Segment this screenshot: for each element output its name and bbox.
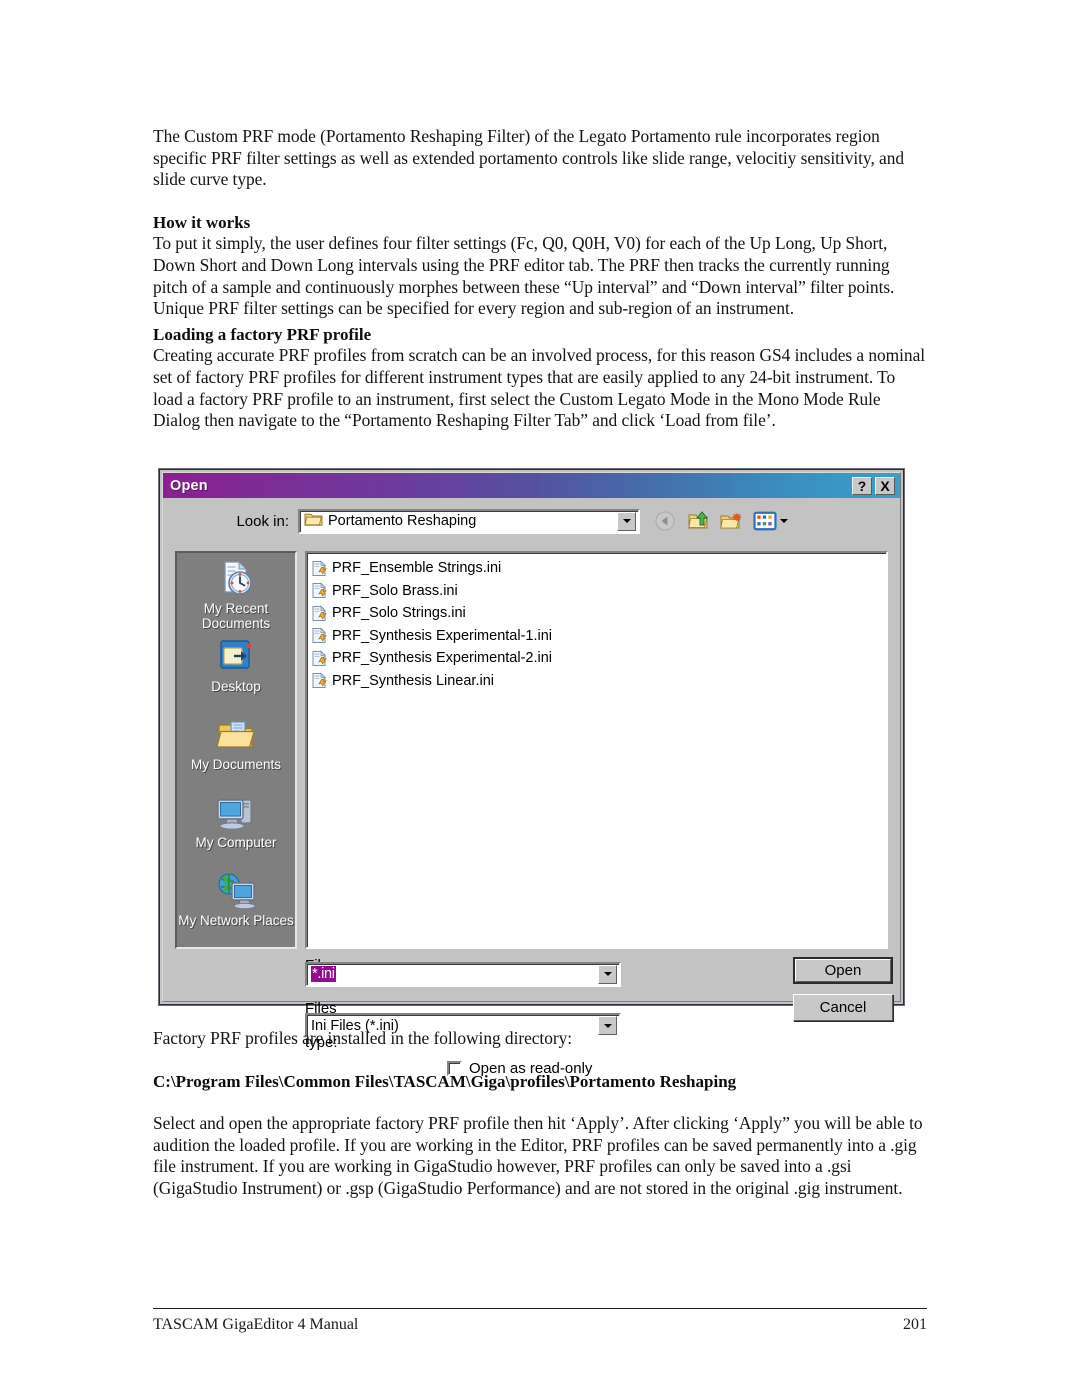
manual-page: The Custom PRF mode (Portamento Reshapin… <box>0 0 1080 1397</box>
list-item[interactable]: PRF_Solo Brass.ini <box>311 580 886 603</box>
list-item[interactable]: PRF_Synthesis Experimental-1.ini <box>311 625 886 648</box>
ini-file-icon <box>311 582 328 599</box>
file-name: PRF_Synthesis Experimental-2.ini <box>332 650 553 667</box>
list-item[interactable]: PRF_Solo Strings.ini <box>311 602 886 625</box>
lookin-value-wrap: Portamento Reshaping <box>300 511 617 531</box>
views-button[interactable] <box>753 510 788 532</box>
place-label: Desktop <box>211 679 261 694</box>
open-file-dialog[interactable]: Open ? X Look in: Portamento Reshaping M… <box>159 469 904 1077</box>
file-name: PRF_Solo Brass.ini <box>332 582 458 599</box>
filename-row: File name: *.ini <box>163 957 900 991</box>
my-computer-icon <box>214 792 258 834</box>
chevron-down-icon <box>622 519 631 523</box>
place-item-my-recent-documents[interactable]: My Recent Documents <box>177 555 295 633</box>
places-bar: My Recent Documents Desktop My Documents… <box>175 551 297 949</box>
recent-documents-icon <box>214 558 258 600</box>
dialog-titlebar: Open ? X <box>163 473 900 498</box>
dialog-toolbar <box>654 510 788 532</box>
lookin-row: Look in: Portamento Reshaping <box>163 498 900 544</box>
my-documents-icon <box>214 714 258 756</box>
filename-value-wrap: *.ini <box>307 966 598 982</box>
paragraph-directory-intro: Factory PRF profiles are installed in th… <box>153 1028 573 1048</box>
directory-path: C:\Program Files\Common Files\TASCAM\Gig… <box>153 1071 737 1091</box>
footer-page-number: 201 <box>903 1316 927 1333</box>
close-icon[interactable]: X <box>875 476 895 495</box>
place-item-my-documents[interactable]: My Documents <box>177 711 295 789</box>
place-label: My Recent Documents <box>201 601 271 631</box>
chevron-down-icon <box>603 1023 612 1028</box>
filename-value: *.ini <box>311 966 336 982</box>
folder-icon <box>304 511 323 531</box>
filename-dropdown-arrow[interactable] <box>598 964 617 984</box>
network-places-icon <box>214 870 258 912</box>
chevron-down-icon <box>780 519 788 523</box>
ini-file-icon <box>311 672 328 689</box>
filename-label: File name: <box>163 957 347 991</box>
titlebar-button-group: ? X <box>852 476 900 495</box>
footer-divider <box>153 1308 927 1309</box>
chevron-down-icon <box>603 972 612 976</box>
page-content-lower: Factory PRF profiles are installed in th… <box>153 1028 927 1200</box>
place-label: My Computer <box>195 835 277 850</box>
place-item-desktop[interactable]: Desktop <box>177 633 295 711</box>
page-content: The Custom PRF mode (Portamento Reshapin… <box>153 126 927 432</box>
views-icon <box>753 511 777 531</box>
lookin-combobox[interactable]: Portamento Reshaping <box>298 508 640 534</box>
help-icon[interactable]: ? <box>852 476 872 495</box>
footer-left-text: TASCAM GigaEditor 4 Manual <box>153 1316 359 1333</box>
cancel-button[interactable]: Cancel <box>793 994 893 1021</box>
place-label: My Documents <box>190 757 282 772</box>
heading-how-it-works: How it works <box>153 212 251 232</box>
paragraph-loading-factory-prf-profile: Creating accurate PRF profiles from scra… <box>153 345 926 431</box>
desktop-icon <box>214 636 258 678</box>
heading-loading-factory-prf-profile: Loading a factory PRF profile <box>153 324 372 344</box>
new-folder-icon[interactable] <box>720 510 744 532</box>
dialog-button-column: Open Cancel <box>793 957 897 1031</box>
back-icon[interactable] <box>654 510 678 532</box>
ini-file-icon <box>311 560 328 577</box>
open-button-label: Open <box>795 959 891 982</box>
paragraph-closing: Select and open the appropriate factory … <box>153 1113 923 1198</box>
lookin-label: Look in: <box>236 512 289 530</box>
ini-file-icon <box>311 650 328 667</box>
open-button[interactable]: Open <box>793 957 893 984</box>
list-item[interactable]: PRF_Synthesis Experimental-2.ini <box>311 647 886 670</box>
file-name: PRF_Solo Strings.ini <box>332 605 466 622</box>
file-name: PRF_Synthesis Linear.ini <box>332 672 494 689</box>
file-list[interactable]: PRF_Ensemble Strings.ini PRF_Solo Brass.… <box>305 551 888 949</box>
up-one-level-icon[interactable] <box>687 510 711 532</box>
dialog-title: Open <box>170 477 208 494</box>
page-footer: TASCAM GigaEditor 4 Manual 201 <box>153 1316 927 1334</box>
lookin-value: Portamento Reshaping <box>328 513 477 529</box>
place-label: My Network Places <box>178 913 294 928</box>
filename-input[interactable]: *.ini <box>305 961 621 987</box>
lookin-dropdown-arrow[interactable] <box>617 511 636 531</box>
dialog-inner-frame: Open ? X Look in: Portamento Reshaping M… <box>162 472 901 1077</box>
paragraph-how-it-works: To put it simply, the user defines four … <box>153 233 895 319</box>
ini-file-icon <box>311 627 328 644</box>
list-item[interactable]: PRF_Ensemble Strings.ini <box>311 557 886 580</box>
place-item-my-computer[interactable]: My Computer <box>177 789 295 867</box>
list-item[interactable]: PRF_Synthesis Linear.ini <box>311 670 886 693</box>
paragraph-intro: The Custom PRF mode (Portamento Reshapin… <box>153 126 904 190</box>
ini-file-icon <box>311 605 328 622</box>
place-item-my-network-places[interactable]: My Network Places <box>177 867 295 945</box>
file-name: PRF_Synthesis Experimental-1.ini <box>332 627 553 644</box>
file-name: PRF_Ensemble Strings.ini <box>332 560 502 577</box>
